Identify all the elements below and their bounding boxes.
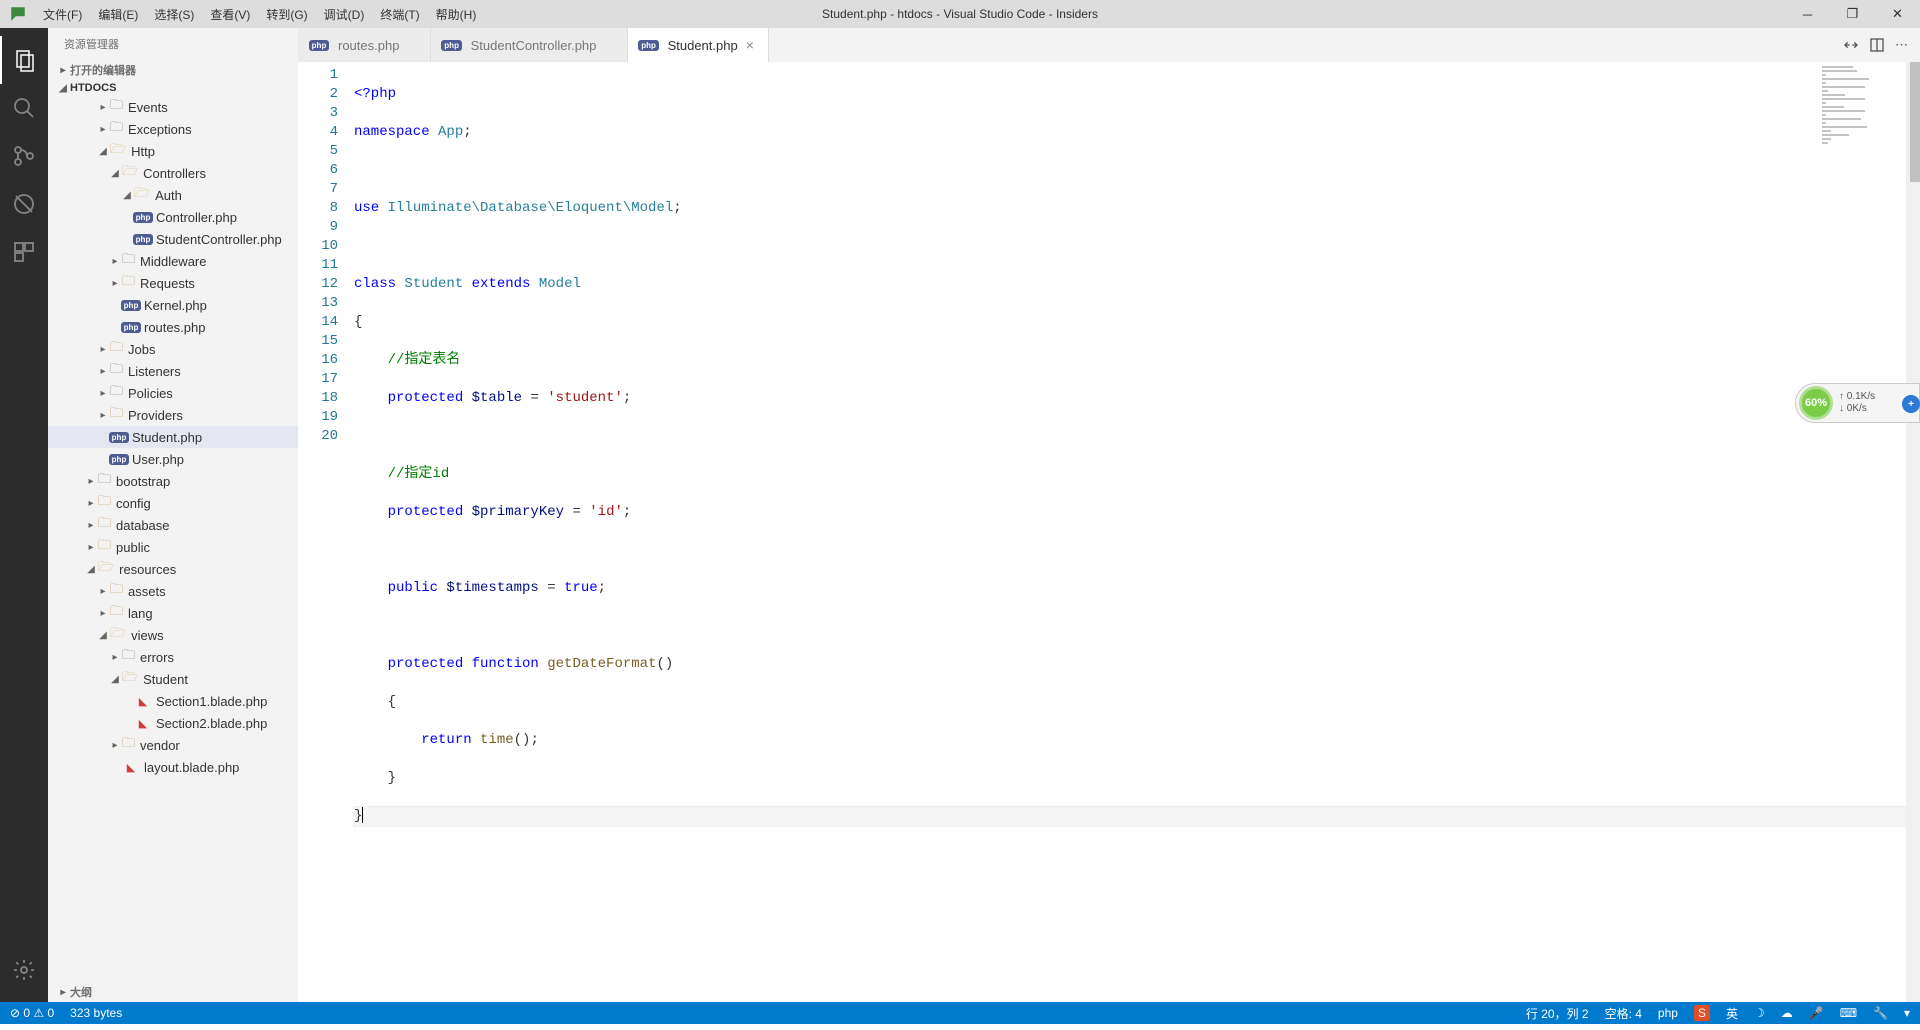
- status-kbd-icon[interactable]: ⌨: [1840, 1006, 1857, 1020]
- status-size[interactable]: 323 bytes: [70, 1006, 122, 1020]
- cpu-gauge: 60%: [1799, 386, 1833, 420]
- menu-edit[interactable]: 编辑(E): [90, 0, 146, 28]
- status-language[interactable]: php: [1658, 1006, 1678, 1020]
- tree-row[interactable]: phpStudent.php: [48, 426, 298, 448]
- split-icon[interactable]: [1869, 37, 1885, 53]
- section-outline[interactable]: ▸大纲: [48, 982, 298, 1002]
- tree-row[interactable]: ◢🗁Controllers: [48, 162, 298, 184]
- tree-row[interactable]: phproutes.php: [48, 316, 298, 338]
- activitybar: [0, 28, 48, 1002]
- tree-row[interactable]: ▸🗀vendor: [48, 734, 298, 756]
- close-icon[interactable]: ×: [744, 37, 756, 53]
- menu-selection[interactable]: 选择(S): [146, 0, 202, 28]
- tab-routes[interactable]: phproutes.php×: [298, 28, 431, 62]
- tree-row[interactable]: ◣Section2.blade.php: [48, 712, 298, 734]
- extensions-icon[interactable]: [0, 228, 48, 276]
- editor-area: phproutes.php× phpStudentController.php×…: [298, 28, 1920, 1002]
- sidebar-header: 资源管理器: [48, 28, 298, 60]
- net-stats: ↑ 0.1K/s ↓ 0K/s: [1839, 391, 1875, 415]
- gutter: 1234567891011121314151617181920: [298, 62, 354, 1002]
- tree-row[interactable]: ▸🗀Providers: [48, 404, 298, 426]
- tree-row[interactable]: ▸🗀assets: [48, 580, 298, 602]
- menu-help[interactable]: 帮助(H): [428, 0, 485, 28]
- close-button[interactable]: ✕: [1875, 0, 1920, 28]
- section-workspace[interactable]: ◢HTDOCS: [48, 80, 298, 96]
- status-chevron-icon[interactable]: ▾: [1904, 1006, 1910, 1020]
- tree-row[interactable]: ◢🗁Http: [48, 140, 298, 162]
- tree-row[interactable]: ▸🗀public: [48, 536, 298, 558]
- tab-studentcontroller[interactable]: phpStudentController.php×: [431, 28, 628, 62]
- source-control-icon[interactable]: [0, 132, 48, 180]
- tree-row[interactable]: ▸🗀Jobs: [48, 338, 298, 360]
- status-position[interactable]: 行 20，列 2: [1526, 1005, 1589, 1022]
- network-widget[interactable]: 60% ↑ 0.1K/s ↓ 0K/s +: [1795, 383, 1920, 423]
- tree-row[interactable]: phpStudentController.php: [48, 228, 298, 250]
- vertical-scrollbar[interactable]: [1906, 62, 1920, 1002]
- menu-terminal[interactable]: 终端(T): [372, 0, 427, 28]
- tree-row[interactable]: ▸🗀Middleware: [48, 250, 298, 272]
- status-errors[interactable]: ⊘ 0 ⚠ 0: [10, 1006, 54, 1020]
- tree-row[interactable]: ▸🗀lang: [48, 602, 298, 624]
- tree-row[interactable]: phpController.php: [48, 206, 298, 228]
- status-mic-icon[interactable]: 🎤: [1809, 1006, 1824, 1020]
- app-logo: [0, 5, 35, 23]
- explorer-icon[interactable]: [0, 36, 48, 84]
- sidebar: 资源管理器 ▸打开的编辑器 ◢HTDOCS ▸🗀Events▸🗀Exceptio…: [48, 28, 298, 1002]
- code-content[interactable]: <?php namespace App; use Illuminate\Data…: [354, 62, 1920, 1002]
- maximize-button[interactable]: ❐: [1830, 0, 1875, 28]
- compare-icon[interactable]: [1843, 37, 1859, 53]
- plus-icon[interactable]: +: [1902, 395, 1920, 413]
- tree-row[interactable]: ◢🗁resources: [48, 558, 298, 580]
- code-editor[interactable]: 1234567891011121314151617181920 <?php na…: [298, 62, 1920, 1002]
- menu-debug[interactable]: 调试(D): [316, 0, 373, 28]
- tree-row[interactable]: ▸🗀Events: [48, 96, 298, 118]
- tab-student[interactable]: phpStudent.php×: [628, 28, 769, 62]
- section-open-editors[interactable]: ▸打开的编辑器: [48, 60, 298, 80]
- titlebar: 文件(F) 编辑(E) 选择(S) 查看(V) 转到(G) 调试(D) 终端(T…: [0, 0, 1920, 28]
- search-icon[interactable]: [0, 84, 48, 132]
- tree-row[interactable]: ▸🗀Requests: [48, 272, 298, 294]
- tree-row[interactable]: ◣Section1.blade.php: [48, 690, 298, 712]
- tree-row[interactable]: ◢🗁Auth: [48, 184, 298, 206]
- menu-view[interactable]: 查看(V): [202, 0, 258, 28]
- debug-icon[interactable]: [0, 180, 48, 228]
- status-indent[interactable]: 空格: 4: [1605, 1005, 1642, 1022]
- tree-row[interactable]: ▸🗀Listeners: [48, 360, 298, 382]
- status-ime[interactable]: S: [1694, 1005, 1710, 1021]
- minimize-button[interactable]: ─: [1785, 0, 1830, 28]
- tree-row[interactable]: phpUser.php: [48, 448, 298, 470]
- tree-row[interactable]: ◢🗁Student: [48, 668, 298, 690]
- file-tree[interactable]: ▸🗀Events▸🗀Exceptions◢🗁Http◢🗁Controllers◢…: [48, 96, 298, 982]
- tabs-row: phproutes.php× phpStudentController.php×…: [298, 28, 1920, 62]
- settings-icon[interactable]: [0, 946, 48, 994]
- tree-row[interactable]: ▸🗀config: [48, 492, 298, 514]
- status-moon-icon[interactable]: ☽: [1754, 1006, 1765, 1020]
- tree-row[interactable]: ▸🗀database: [48, 514, 298, 536]
- tree-row[interactable]: ▸🗀Exceptions: [48, 118, 298, 140]
- tree-row[interactable]: ◣layout.blade.php: [48, 756, 298, 778]
- status-wrench-icon[interactable]: 🔧: [1873, 1006, 1888, 1020]
- tree-row[interactable]: ◢🗁views: [48, 624, 298, 646]
- window-title: Student.php - htdocs - Visual Studio Cod…: [822, 7, 1098, 21]
- status-cloud-icon[interactable]: ☁: [1781, 1006, 1793, 1020]
- menu-file[interactable]: 文件(F): [35, 0, 90, 28]
- more-icon[interactable]: ⋯: [1895, 37, 1908, 53]
- minimap[interactable]: [1816, 62, 1906, 1002]
- menu-go[interactable]: 转到(G): [258, 0, 315, 28]
- tree-row[interactable]: phpKernel.php: [48, 294, 298, 316]
- statusbar: ⊘ 0 ⚠ 0 323 bytes 行 20，列 2 空格: 4 php S 英…: [0, 1002, 1920, 1024]
- tree-row[interactable]: ▸🗀errors: [48, 646, 298, 668]
- status-lang-en[interactable]: 英: [1726, 1005, 1738, 1022]
- tree-row[interactable]: ▸🗀Policies: [48, 382, 298, 404]
- tree-row[interactable]: ▸🗀bootstrap: [48, 470, 298, 492]
